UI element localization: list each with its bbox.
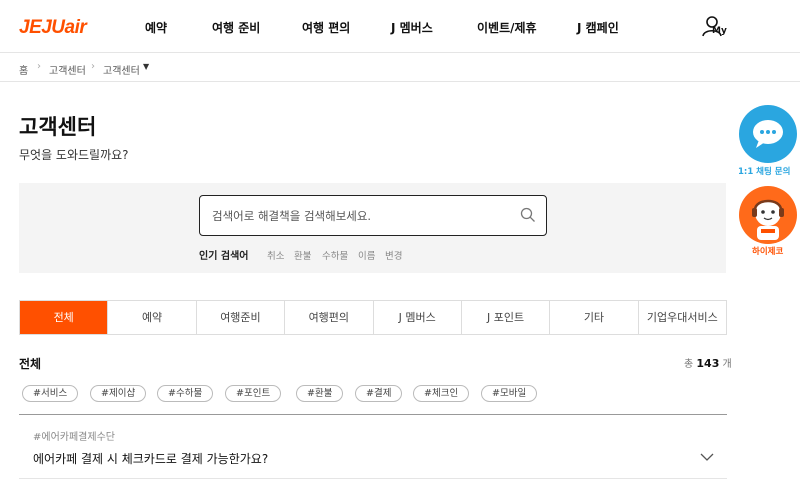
- popular-keywords-label: 인기 검색어: [199, 251, 249, 262]
- faq-category: #에어카페결제수단: [33, 432, 115, 443]
- breadcrumb-home[interactable]: 홈: [19, 62, 28, 77]
- hashtag-chip[interactable]: #수하물: [157, 385, 214, 402]
- search-box: [199, 195, 547, 236]
- chat-inquiry-label[interactable]: 1:1 채팅 문의: [738, 165, 790, 177]
- category-tabs: 전체 예약 여행준비 여행편의 J 멤버스 J 포인트 기타 기업우대서비스: [19, 300, 727, 335]
- tab-travel-prep[interactable]: 여행준비: [197, 301, 286, 334]
- nav-item-j-campaign[interactable]: J 캠페인: [577, 19, 619, 36]
- tab-travel-convenience[interactable]: 여행편의: [285, 301, 374, 334]
- chatbot-label[interactable]: 하이제코: [752, 245, 783, 257]
- breadcrumb-customer-center[interactable]: 고객센터: [49, 62, 86, 77]
- popular-keyword[interactable]: 환불: [294, 248, 311, 262]
- tab-j-point[interactable]: J 포인트: [462, 301, 551, 334]
- chat-inquiry-button[interactable]: [739, 105, 797, 163]
- faq-divider: [19, 478, 727, 479]
- breadcrumb: 홈 › 고객센터 › 고객센터 ▼: [0, 54, 800, 82]
- tab-corporate-service[interactable]: 기업우대서비스: [639, 301, 726, 334]
- breadcrumb-separator-icon: ›: [91, 61, 95, 72]
- breadcrumb-current-dropdown[interactable]: 고객센터: [103, 62, 140, 77]
- chevron-down-icon[interactable]: [700, 452, 714, 462]
- popular-keyword[interactable]: 이름: [358, 248, 375, 262]
- popular-keyword[interactable]: 변경: [385, 248, 402, 262]
- chat-bubble-icon: [753, 120, 783, 148]
- total-prefix: 총: [684, 359, 694, 370]
- caret-down-icon[interactable]: ▼: [143, 62, 149, 71]
- tab-j-members[interactable]: J 멤버스: [374, 301, 462, 334]
- hashtag-chip[interactable]: #서비스: [22, 385, 79, 402]
- hashtag-chip[interactable]: #환불: [296, 385, 344, 402]
- top-header: JEJUair 예약 여행 준비 여행 편의 J 멤버스 이벤트/제휴 J 캠페…: [0, 0, 800, 53]
- hashtag-chip[interactable]: #결제: [355, 385, 403, 402]
- popular-keyword[interactable]: 수하물: [322, 248, 348, 262]
- hashtag-chip[interactable]: #제이샵: [90, 385, 147, 402]
- tab-all[interactable]: 전체: [20, 301, 109, 334]
- tab-reservation[interactable]: 예약: [108, 301, 197, 334]
- total-count: 총 143 개: [684, 355, 732, 370]
- chatbot-button[interactable]: [739, 186, 797, 244]
- page: JEJUair 예약 여행 준비 여행 편의 J 멤버스 이벤트/제휴 J 캠페…: [0, 0, 800, 500]
- total-suffix: 개: [722, 359, 732, 370]
- hashtag-chip[interactable]: #포인트: [225, 385, 282, 402]
- hashtag-chip[interactable]: #모바일: [481, 385, 538, 402]
- breadcrumb-separator-icon: ›: [37, 61, 41, 72]
- hashtag-chip[interactable]: #체크인: [413, 385, 470, 402]
- nav-item-events[interactable]: 이벤트/제휴: [477, 19, 537, 36]
- search-icon[interactable]: [520, 207, 536, 223]
- faq-question[interactable]: 에어카페 결제 시 체크카드로 결제 가능한가요?: [33, 450, 268, 467]
- section-title: 전체: [19, 357, 42, 371]
- nav-item-reservation[interactable]: 예약: [145, 19, 167, 36]
- chatbot-mascot-icon: [752, 199, 784, 240]
- page-title: 고객센터: [19, 115, 97, 139]
- nav-item-travel-prep[interactable]: 여행 준비: [212, 19, 260, 36]
- main-nav: 예약 여행 준비 여행 편의 J 멤버스 이벤트/제휴 J 캠페인: [0, 19, 800, 35]
- nav-item-travel-convenience[interactable]: 여행 편의: [302, 19, 350, 36]
- page-subtitle: 무엇을 도와드릴까요?: [19, 148, 129, 162]
- search-input[interactable]: [212, 207, 512, 225]
- nav-item-j-members[interactable]: J 멤버스: [391, 19, 433, 36]
- total-number: 143: [696, 357, 720, 370]
- popular-keyword[interactable]: 취소: [267, 248, 284, 262]
- list-divider: [19, 414, 727, 415]
- tab-etc[interactable]: 기타: [550, 301, 639, 334]
- my-account-label[interactable]: My: [712, 26, 727, 36]
